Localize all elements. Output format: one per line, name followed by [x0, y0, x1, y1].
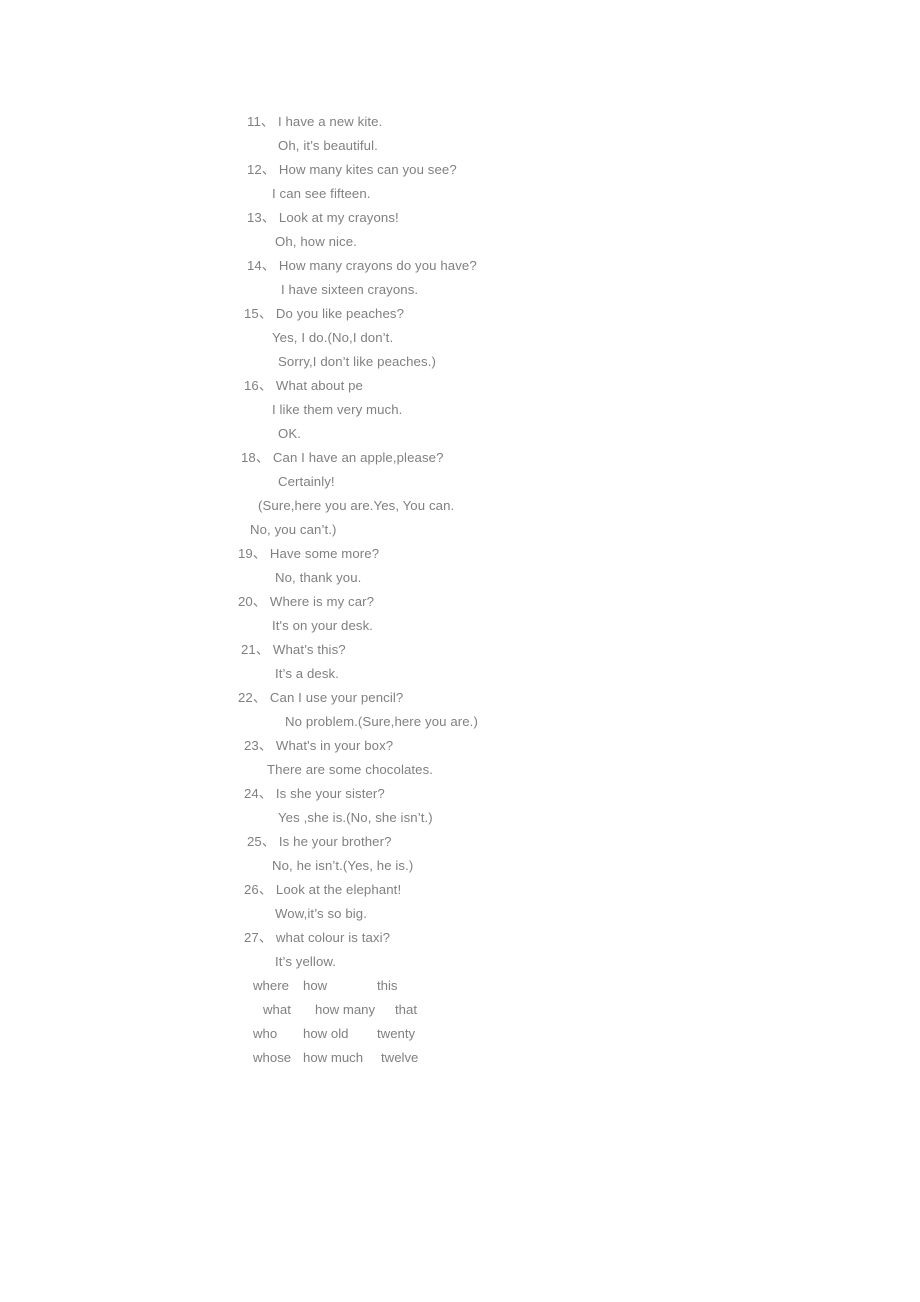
word-grid-row: whose how much twelve: [253, 1046, 920, 1070]
dialogue-line: Oh, how nice.: [275, 234, 357, 249]
document-page: 11、 I have a new kite. Oh, it’s beautiful…: [0, 0, 920, 1302]
word-grid-row: who how old twenty: [253, 1022, 920, 1046]
word-grid-cell: how much: [303, 1050, 364, 1065]
word-grid-cell: who: [253, 1026, 278, 1041]
dialogue-line: 20、 Where is my car?: [238, 594, 375, 609]
dialogue-list: 11、 I have a new kite. Oh, it’s beautiful…: [0, 110, 920, 1070]
dialogue-line: 24、 Is she your sister?: [244, 786, 385, 801]
word-grid-row: where how this: [253, 974, 920, 998]
word-grid-cell: twenty: [377, 1026, 416, 1041]
word-grid-cell: how: [303, 978, 328, 993]
dialogue-line: I have sixteen crayons.: [281, 282, 419, 297]
dialogue-line: 16、 What about pe: [244, 378, 363, 393]
dialogue-line: 27、 what colour is taxi?: [244, 930, 391, 945]
dialogue-line: 19、 Have some more?: [238, 546, 380, 561]
dialogue-line: I can see fifteen.: [272, 186, 371, 201]
dialogue-line: Wow,it’s so big.: [275, 906, 367, 921]
word-grid-cell: how old: [303, 1026, 349, 1041]
dialogue-line: (Sure,here you are.Yes, You can.: [258, 498, 455, 513]
dialogue-line: OK.: [278, 426, 302, 441]
dialogue-line: 12、 How many kites can you see?: [247, 162, 457, 177]
dialogue-line: 15、 Do you like peaches?: [244, 306, 405, 321]
dialogue-line: No, he isn’t.(Yes, he is.): [272, 858, 414, 873]
dialogue-line: 18、 Can I have an apple,please?: [241, 450, 444, 465]
dialogue-line: Oh, it’s beautiful.: [278, 138, 378, 153]
word-grid-cell: whose: [253, 1050, 292, 1065]
dialogue-line: No, thank you.: [275, 570, 362, 585]
dialogue-line: I like them very much.: [272, 402, 403, 417]
word-grid-cell: this: [377, 978, 398, 993]
dialogue-line: 23、 What's in your box?: [244, 738, 394, 753]
dialogue-line: It's on your desk.: [272, 618, 374, 633]
word-grid-row: what how many that: [253, 998, 920, 1022]
dialogue-line: 22、 Can I use your pencil?: [238, 690, 404, 705]
dialogue-line: 25、 Is he your brother?: [247, 834, 392, 849]
word-grid-cell: twelve: [381, 1050, 419, 1065]
dialogue-line: 26、 Look at the elephant!: [244, 882, 402, 897]
vocabulary-word-grid: where how this what how many that who how old tw…: [0, 974, 920, 1070]
dialogue-line: No problem.(Sure,here you are.): [285, 714, 478, 729]
dialogue-line: Yes, I do.(No,I don’t.: [272, 330, 394, 345]
dialogue-line: Sorry,I don’t like peaches.): [278, 354, 436, 369]
dialogue-line: 11、 I have a new kite.: [247, 114, 383, 129]
word-grid-cell: where: [253, 978, 289, 993]
dialogue-line: It’s a desk.: [275, 666, 339, 681]
dialogue-line: Certainly!: [278, 474, 335, 489]
word-grid-cell: what: [263, 1002, 291, 1017]
dialogue-line: There are some chocolates.: [267, 762, 434, 777]
dialogue-line: 14、 How many crayons do you have?: [247, 258, 477, 273]
dialogue-line: Yes ,she is.(No, she isn’t.): [278, 810, 433, 825]
word-grid-cell: how many: [315, 1002, 376, 1017]
dialogue-line: 13、 Look at my crayons!: [247, 210, 399, 225]
word-grid-cell: that: [395, 1002, 417, 1017]
dialogue-lines: 11、 I have a new kite. Oh, it’s beautiful…: [0, 110, 920, 974]
dialogue-line: 21、 What’s this?: [241, 642, 346, 657]
dialogue-line: It’s yellow.: [275, 954, 337, 969]
dialogue-line: No, you can’t.): [250, 522, 337, 537]
